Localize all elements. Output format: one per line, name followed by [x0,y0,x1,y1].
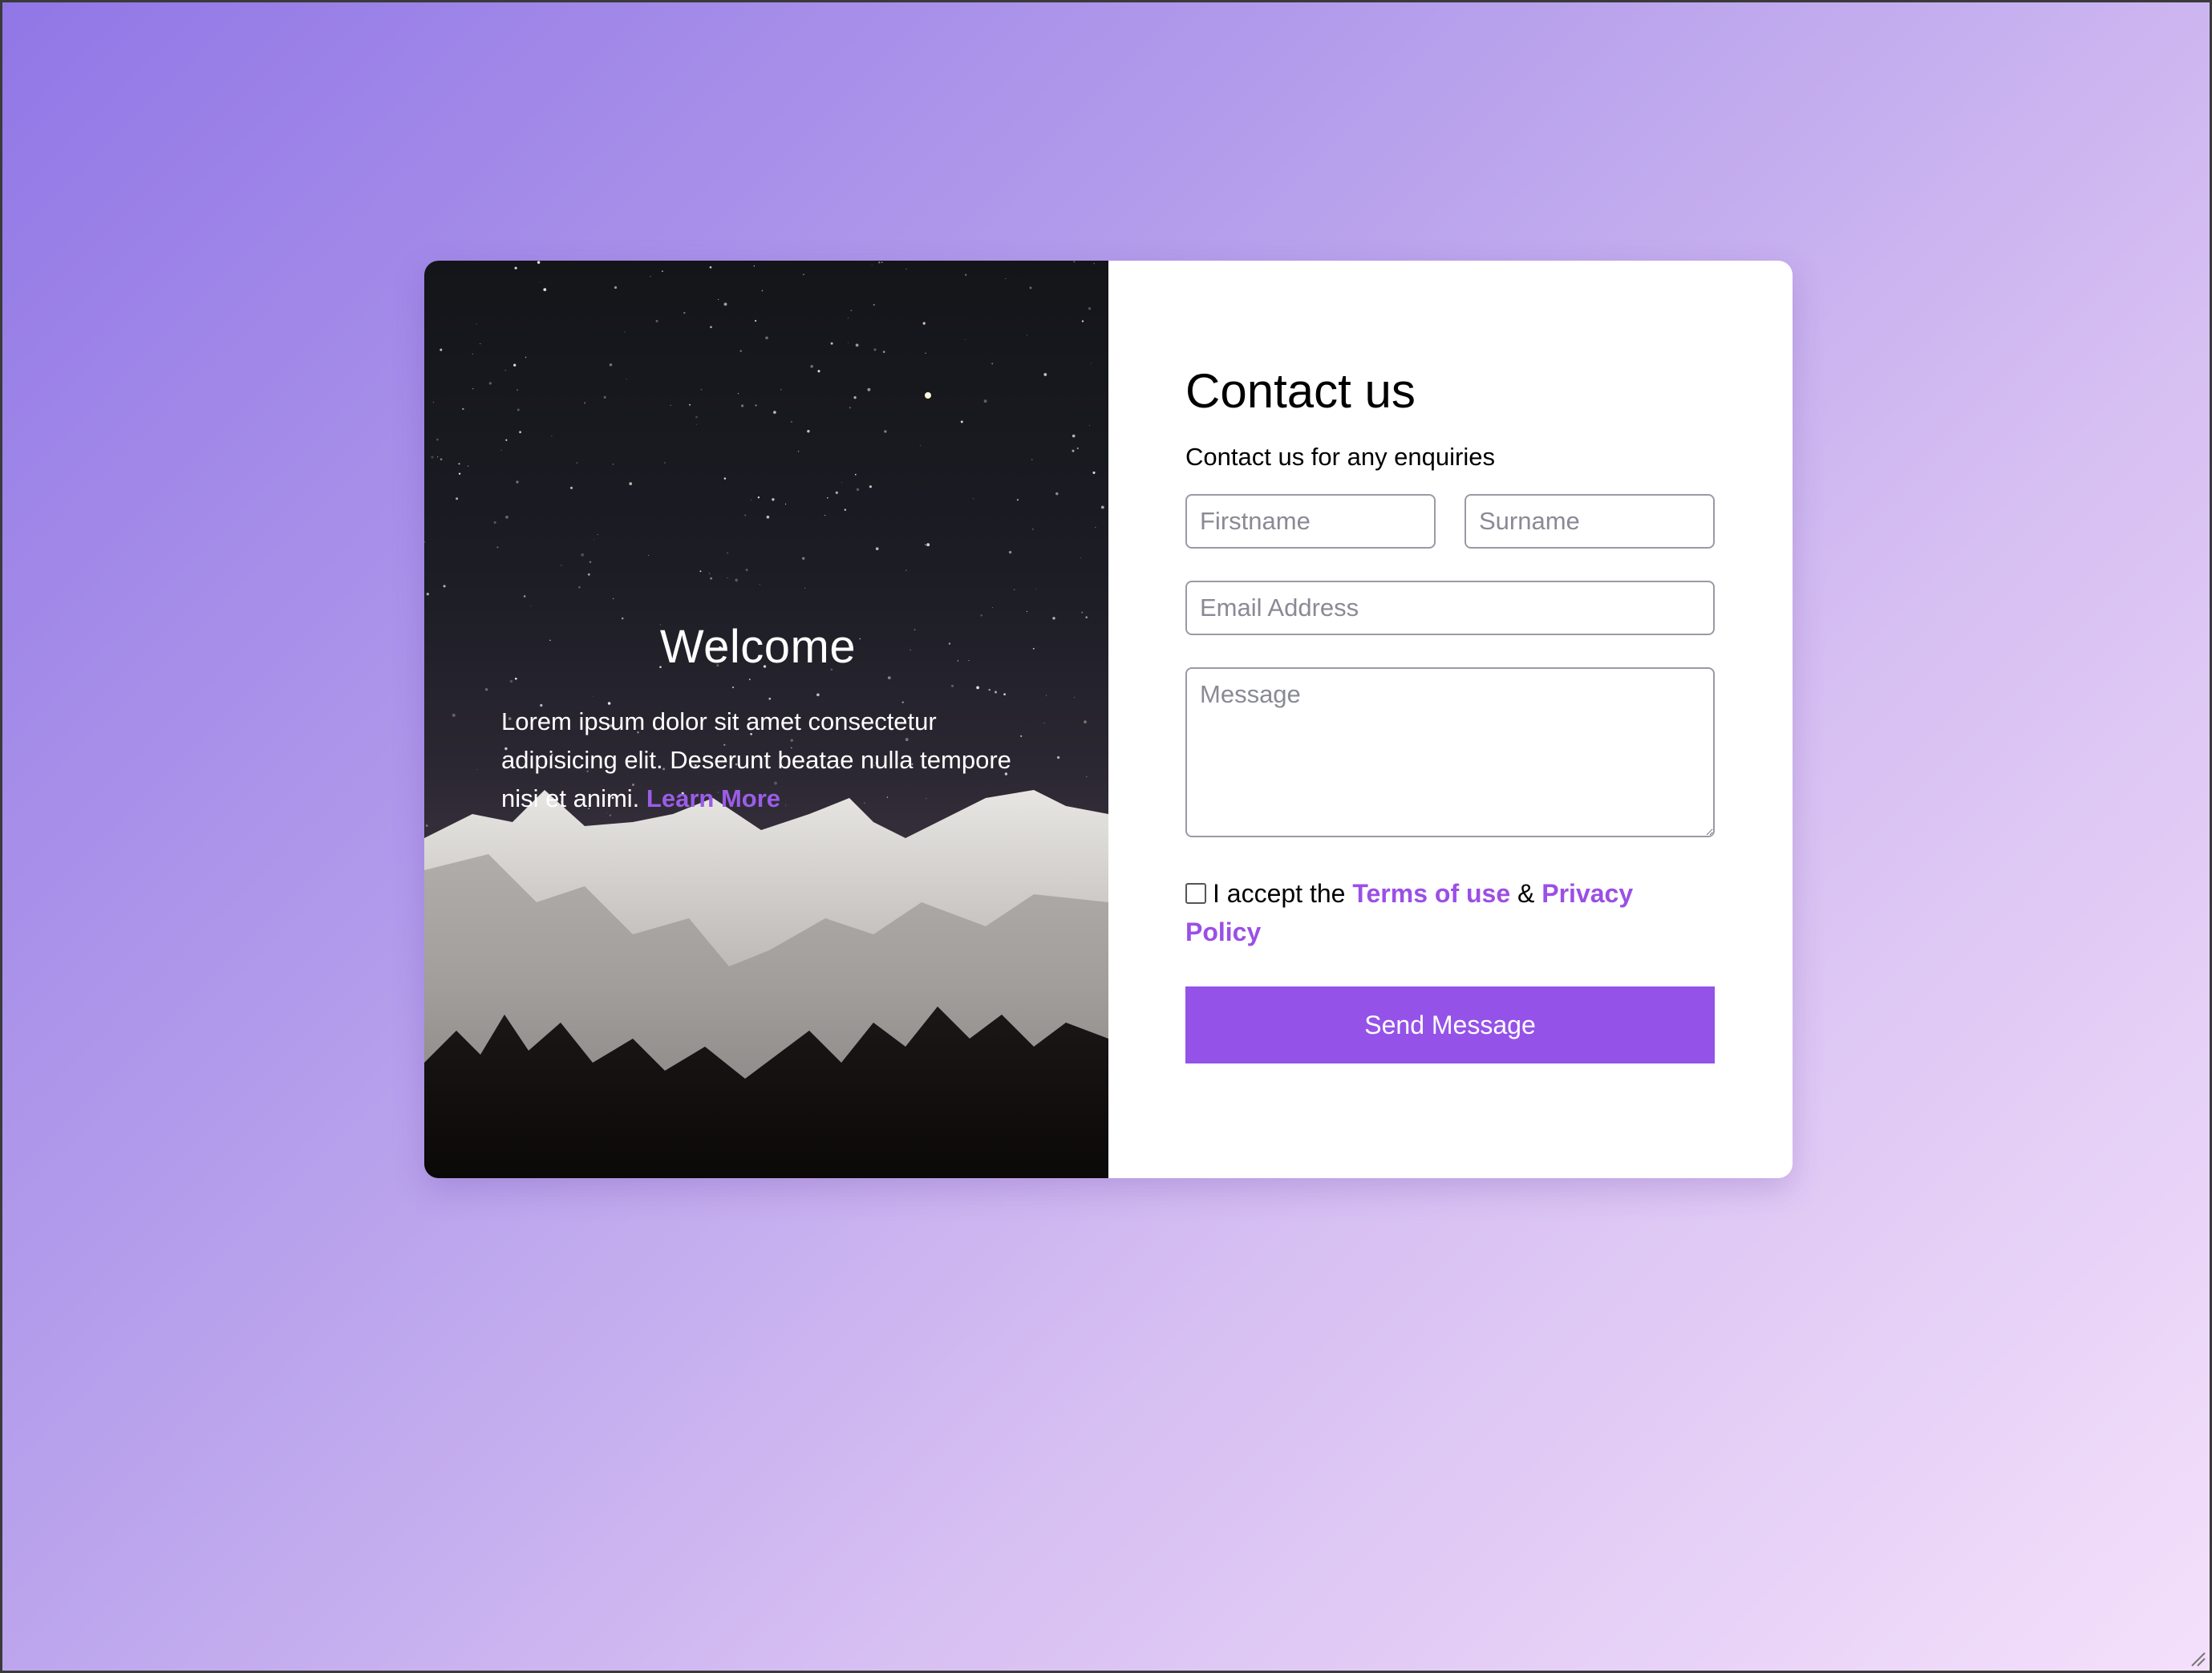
hero-paragraph: Lorem ipsum dolor sit amet consectetur a… [501,703,1015,818]
consent-prefix: I accept the [1213,879,1346,908]
form-subtitle: Contact us for any enquiries [1185,443,1495,471]
hero-title: Welcome [659,621,857,673]
accept-terms-checkbox[interactable] [1185,883,1206,904]
surname-input[interactable] [1465,494,1715,549]
consent-joiner: & [1517,879,1535,908]
form-title: Contact us [1185,364,1416,418]
contact-form: Contact us Contact us for any enquiries … [1185,363,1715,1063]
resize-grip-icon[interactable] [2187,1648,2206,1667]
hero-text-block: Welcome Lorem ipsum dolor sit amet conse… [501,620,1015,818]
send-message-button[interactable]: Send Message [1185,986,1715,1063]
firstname-input[interactable] [1185,494,1436,549]
learn-more-link[interactable]: Learn More [646,784,780,812]
page-background: Welcome Lorem ipsum dolor sit amet conse… [0,0,2212,1673]
consent-row: I accept the Terms of use & Privacy Poli… [1185,874,1715,951]
name-row [1185,494,1715,549]
email-row [1185,581,1715,635]
contact-card: Welcome Lorem ipsum dolor sit amet conse… [424,261,1793,1178]
email-input[interactable] [1185,581,1715,635]
message-textarea[interactable] [1185,667,1715,837]
hero-panel: Welcome Lorem ipsum dolor sit amet conse… [424,261,1108,1178]
terms-of-use-link[interactable]: Terms of use [1352,879,1510,908]
contact-form-panel: Contact us Contact us for any enquiries … [1108,261,1793,1178]
